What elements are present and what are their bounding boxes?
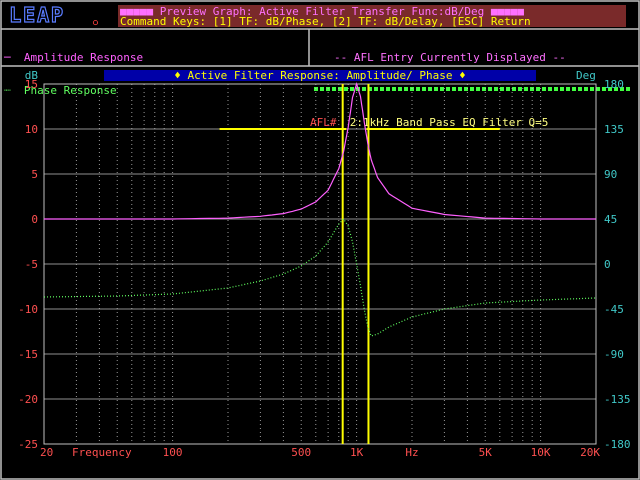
hz-label: Hz [405, 446, 418, 459]
y-right-tick-label: -90 [604, 348, 624, 361]
y-right-tick-label: 0 [604, 258, 611, 271]
chart-series [43, 82, 597, 337]
x-tick-label: 100 [163, 446, 183, 459]
left-unit-label: dB [25, 69, 39, 82]
x-tick-label: 20K [580, 446, 600, 459]
y-left-tick-label: 0 [31, 213, 38, 226]
y-left-tick-label: -20 [18, 393, 38, 406]
y-left-tick-label: -10 [18, 303, 38, 316]
x-tick-label: 500 [291, 446, 311, 459]
x-tick-label: 20 [40, 446, 53, 459]
y-right-tick-label: -135 [604, 393, 631, 406]
x-tick-label: 1K [350, 446, 364, 459]
x-tick-label: 5K [479, 446, 493, 459]
phase-response-line [43, 218, 597, 337]
y-right-tick-label: 135 [604, 123, 624, 136]
right-unit-label: Deg [576, 69, 596, 82]
response-chart: 151050-5-10-15-20-2518013590450-45-90-13… [0, 0, 640, 480]
y-right-tick-label: 45 [604, 213, 617, 226]
amplitude-response-line [44, 82, 596, 220]
y-left-tick-label: -25 [18, 438, 38, 451]
y-left-tick-label: -5 [25, 258, 38, 271]
y-left-tick-label: 10 [25, 123, 38, 136]
y-right-tick-label: 180 [604, 78, 624, 91]
y-right-tick-label: -45 [604, 303, 624, 316]
frequency-label: Frequency [72, 446, 132, 459]
y-left-tick-label: 5 [31, 168, 38, 181]
chart-grid [43, 83, 597, 445]
x-tick-label: 10K [531, 446, 551, 459]
window-border [0, 0, 640, 480]
y-right-tick-label: 90 [604, 168, 617, 181]
y-left-tick-label: -15 [18, 348, 38, 361]
y-right-tick-label: -180 [604, 438, 631, 451]
